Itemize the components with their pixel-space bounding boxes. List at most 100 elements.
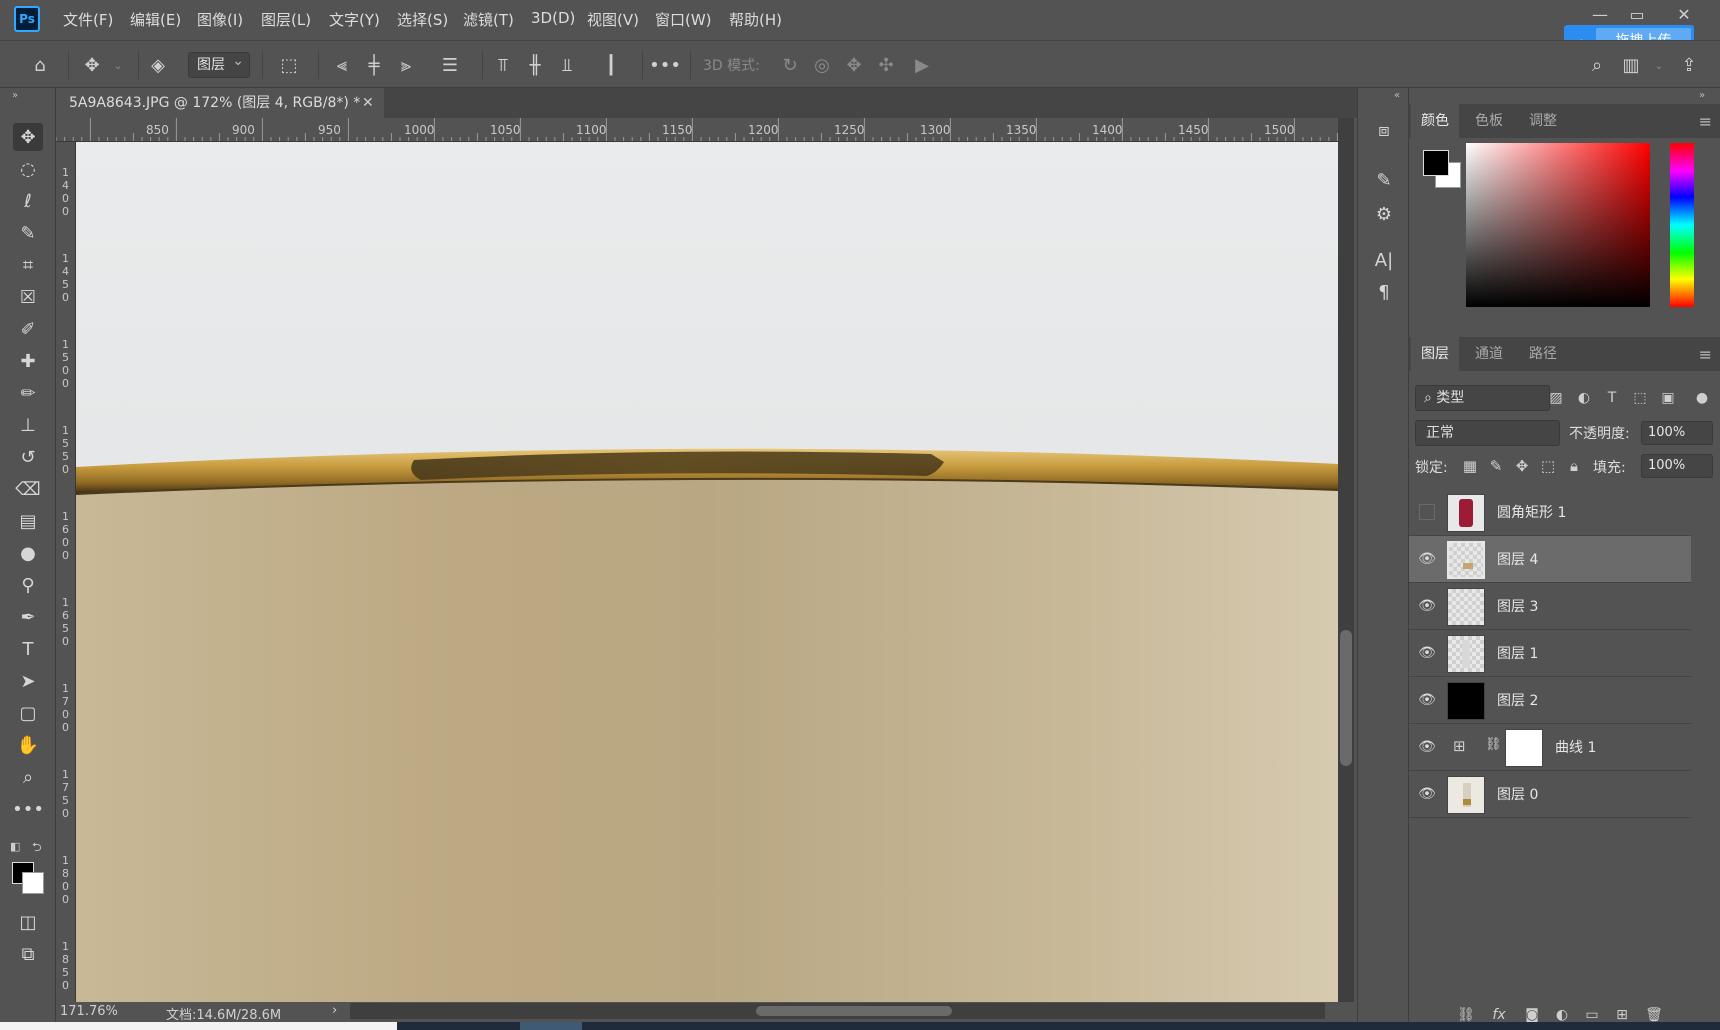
image-canvas[interactable] [76,142,1338,1002]
photoshop-logo-icon[interactable]: Ps [14,6,40,32]
edit-toolbar-icon[interactable]: ••• [12,795,44,823]
collapse-panels-icon[interactable]: » [1699,90,1705,101]
filter-shape-icon[interactable]: ⬚ [1629,386,1651,410]
layer-row[interactable]: 👁︎ 图层 0 [1409,771,1691,818]
eyedropper-tool-icon[interactable]: ✐ [13,315,43,343]
chevron-down-icon[interactable]: ⌄ [1645,51,1673,79]
character-icon[interactable]: A| [1369,246,1399,274]
gradient-tool-icon[interactable]: ▤ [13,507,43,535]
align-center-icon[interactable]: ╪ [360,51,388,79]
menu-view[interactable]: 视图(V) [587,9,639,30]
brush-tool-icon[interactable]: ✏ [13,379,43,407]
eye-icon[interactable]: 👁︎ [1417,737,1437,757]
distribute-vertical-icon[interactable]: ┃ [597,51,625,79]
filter-smart-object-icon[interactable]: ▣ [1657,386,1679,410]
filter-type-icon[interactable]: T [1601,386,1623,410]
color-picker-field[interactable] [1466,143,1650,307]
home-icon[interactable]: ⌂ [26,51,54,79]
eye-icon[interactable]: 👁︎ [1417,549,1437,569]
menu-filter[interactable]: 滤镜(T) [463,9,514,30]
healing-brush-tool-icon[interactable]: ✚ [13,347,43,375]
workspace-icon[interactable]: ▥ [1617,51,1645,79]
hue-slider[interactable] [1670,143,1694,307]
lock-all-icon[interactable]: 🔒︎ [1563,455,1585,477]
status-chevron-icon[interactable]: › [332,1003,337,1018]
layers-scrollbar[interactable] [1695,550,1717,1020]
vertical-scroll-thumb[interactable] [1340,630,1352,766]
marquee-tool-icon[interactable]: ◌ [13,155,43,183]
menu-help[interactable]: 帮助(H) [729,9,782,30]
horizontal-scrollbar[interactable] [350,1003,1325,1019]
rectangle-tool-icon[interactable]: ▢ [13,699,43,727]
close-window-icon[interactable]: ✕ [1664,2,1704,26]
lock-image-icon[interactable]: ✎ [1485,455,1507,477]
hand-tool-icon[interactable]: ✋ [13,731,43,759]
menu-type[interactable]: 文字(Y) [329,9,380,30]
filter-pixel-icon[interactable]: ▨ [1545,386,1567,410]
align-top-icon[interactable]: ⫪ [489,51,517,79]
collapse-toolbar-icon[interactable]: » [12,90,18,101]
taskbar-active-app[interactable] [520,1022,582,1030]
paragraph-icon[interactable]: ¶ [1369,278,1399,306]
menu-layer[interactable]: 图层(L) [261,9,311,30]
path-selection-tool-icon[interactable]: ➤ [13,667,43,695]
eye-icon[interactable]: 👁︎ [1417,690,1437,710]
fill-field[interactable]: 100% [1641,454,1713,478]
quick-selection-tool-icon[interactable]: ✎ [13,219,43,247]
quick-mask-icon[interactable]: ◫ [13,908,43,936]
default-colors-icon[interactable]: ◧ [10,840,20,853]
history-brush-tool-icon[interactable]: ↺ [13,443,43,471]
distribute-icon[interactable]: ☰ [436,51,464,79]
type-tool-icon[interactable]: T [13,635,43,663]
lock-transparent-icon[interactable]: ▦ [1459,455,1481,477]
dodge-tool-icon[interactable]: ⚲ [13,571,43,599]
frame-tool-icon[interactable]: ☒ [13,283,43,311]
menu-select[interactable]: 选择(S) [397,9,448,30]
adjustments-icon[interactable]: ⚙ [1369,200,1399,228]
panel-menu-icon[interactable]: ≡ [1699,345,1712,364]
lock-position-icon[interactable]: ✥ [1511,455,1533,477]
vertical-scrollbar[interactable] [1338,118,1354,1002]
pen-tool-icon[interactable]: ✒ [13,603,43,631]
search-icon[interactable]: ⌕ [1583,51,1611,79]
eye-icon[interactable]: 👁︎ [1417,643,1437,663]
align-bottom-icon[interactable]: ⫫ [553,51,581,79]
eye-icon[interactable]: 👁︎ [1417,784,1437,804]
menu-3d[interactable]: 3D(D) [531,9,575,27]
horizontal-scroll-thumb[interactable] [756,1006,952,1016]
collapse-dock-icon[interactable]: « [1394,90,1400,101]
eraser-tool-icon[interactable]: ⌫ [13,475,43,503]
layer-row[interactable]: 👁︎ 图层 4 [1409,536,1691,583]
blend-mode-dropdown[interactable]: 正常 [1415,420,1560,446]
tab-swatches[interactable]: 色板 [1465,104,1513,138]
taskbar-search-area[interactable] [0,1022,397,1030]
3d-icon[interactable]: ⧈ [1369,116,1399,144]
foreground-color-swatch[interactable] [1423,150,1449,176]
lasso-tool-icon[interactable]: ℓ [13,187,43,215]
zoom-tool-icon[interactable]: ⌕ [13,763,43,791]
menu-edit[interactable]: 编辑(E) [130,9,181,30]
more-options-icon[interactable]: ••• [649,51,681,79]
menu-file[interactable]: 文件(F) [63,9,113,30]
screen-mode-icon[interactable]: ⧉ [13,940,43,968]
eye-icon[interactable]: 👁︎ [1417,596,1437,616]
align-middle-icon[interactable]: ╫ [521,51,549,79]
filter-toggle-icon[interactable]: ● [1691,386,1713,410]
background-color-swatch[interactable] [22,872,44,894]
close-document-icon[interactable]: ✕ [362,88,382,118]
layer-row[interactable]: 👁︎ 图层 1 [1409,630,1691,677]
auto-select-dropdown[interactable]: 图层 [188,49,250,78]
move-tool-icon[interactable]: ✥ [13,123,43,151]
tab-adjustments[interactable]: 调整 [1519,104,1567,138]
clone-stamp-tool-icon[interactable]: ⊥ [13,411,43,439]
opacity-field[interactable]: 100% [1641,421,1713,445]
menu-image[interactable]: 图像(I) [197,9,243,30]
transform-controls-icon[interactable]: ⬚ [275,51,303,79]
layer-filter-dropdown[interactable]: ⌕ 类型 [1415,385,1550,411]
tab-channels[interactable]: 通道 [1465,337,1513,371]
auto-select-layers-icon[interactable]: ◈ [144,51,172,79]
tab-paths[interactable]: 路径 [1519,337,1567,371]
crop-tool-icon[interactable]: ⌗ [13,251,43,279]
move-tool-icon[interactable]: ✥ [78,51,106,79]
visibility-toggle[interactable] [1419,504,1435,520]
